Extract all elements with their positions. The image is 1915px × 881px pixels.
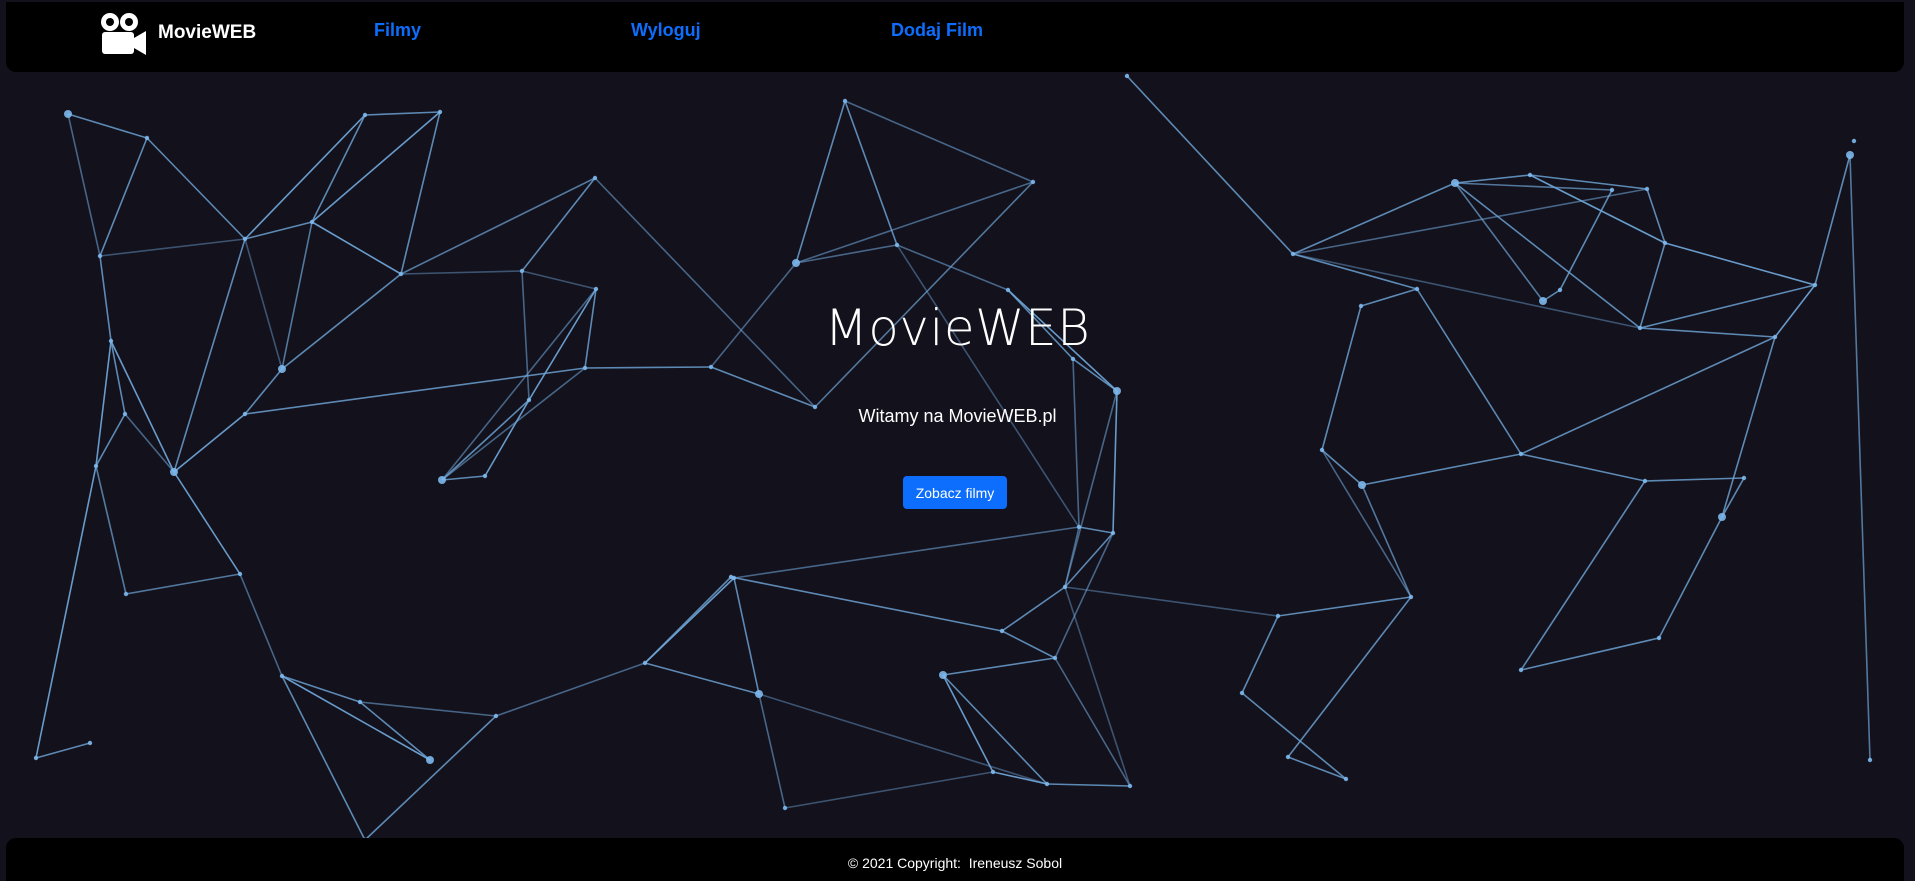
footer-author: Ireneusz Sobol — [968, 855, 1063, 871]
nav-link-wyloguj[interactable]: Wyloguj — [631, 20, 701, 41]
hero-subtitle: Witamy na MovieWEB.pl — [858, 406, 1057, 426]
page: MovieWEB Filmy Wyloguj Dodaj Film MovieW… — [0, 0, 1915, 881]
footer-copyright: © 2021 Copyright: — [847, 855, 961, 871]
view-movies-button[interactable]: Zobacz filmy — [903, 476, 1007, 509]
hero-title: MovieWEB — [824, 299, 1091, 357]
brand[interactable]: MovieWEB — [98, 10, 256, 56]
top-navbar: MovieWEB Filmy Wyloguj Dodaj Film — [6, 2, 1904, 72]
footer: © 2021 Copyright: Ireneusz Sobol — [6, 838, 1904, 881]
movie-camera-icon — [101, 13, 146, 55]
nav-link-dodaj-film[interactable]: Dodaj Film — [891, 20, 983, 41]
nav-link-filmy[interactable]: Filmy — [374, 20, 421, 41]
particle-network-background — [33, 59, 1873, 843]
brand-name: MovieWEB — [158, 22, 257, 43]
